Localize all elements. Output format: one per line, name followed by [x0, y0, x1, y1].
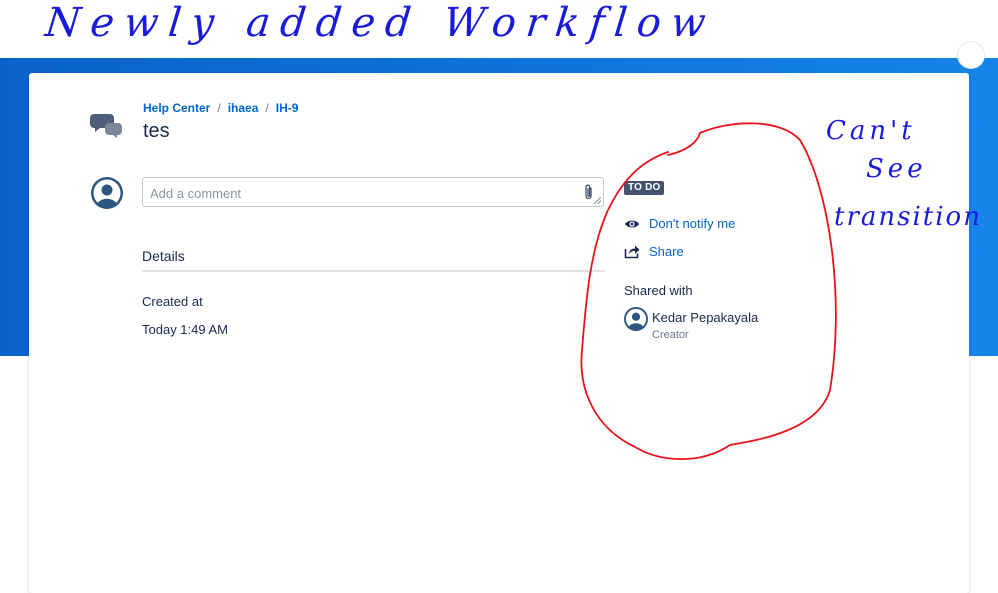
breadcrumb: Help Center / ihaea / IH-9: [143, 101, 298, 115]
created-at-label: Created at: [142, 294, 203, 309]
share-label: Share: [649, 244, 684, 259]
resize-handle[interactable]: [594, 197, 601, 204]
user-avatar-icon: [91, 177, 123, 209]
shared-person-name: Kedar Pepakayala: [652, 310, 759, 325]
shared-person-role: Creator: [652, 329, 689, 341]
eye-icon: [625, 220, 639, 227]
comment-field[interactable]: [142, 177, 604, 207]
handwritten-annotation-transition: transition: [834, 202, 982, 232]
shared-with-heading: Shared with: [624, 283, 693, 298]
share-icon: [624, 245, 640, 258]
request-title: tes: [143, 120, 170, 142]
handwritten-annotation-title: Newly added Workflow: [43, 0, 718, 46]
handwritten-annotation-see: See: [866, 154, 927, 184]
dont-notify-button[interactable]: Don't notify me: [624, 216, 735, 231]
dont-notify-label: Don't notify me: [649, 216, 736, 231]
speech-bubbles-icon: [90, 114, 122, 138]
comment-input[interactable]: [148, 179, 572, 207]
breadcrumb-help-center[interactable]: Help Center: [143, 101, 210, 115]
handwritten-annotation-cant: Can't: [826, 116, 916, 146]
share-button[interactable]: Share: [624, 244, 684, 259]
created-at-value: Today 1:49 AM: [142, 322, 228, 337]
profile-avatar-button[interactable]: [958, 42, 984, 68]
user-avatar-icon: [624, 307, 648, 331]
breadcrumb-separator: /: [265, 101, 269, 115]
details-heading: Details: [142, 248, 185, 264]
status-badge: TO DO: [624, 181, 665, 195]
breadcrumb-issue-key[interactable]: IH-9: [276, 101, 299, 115]
breadcrumb-project[interactable]: ihaea: [228, 101, 259, 115]
breadcrumb-separator: /: [217, 101, 221, 115]
details-divider: [142, 270, 605, 272]
